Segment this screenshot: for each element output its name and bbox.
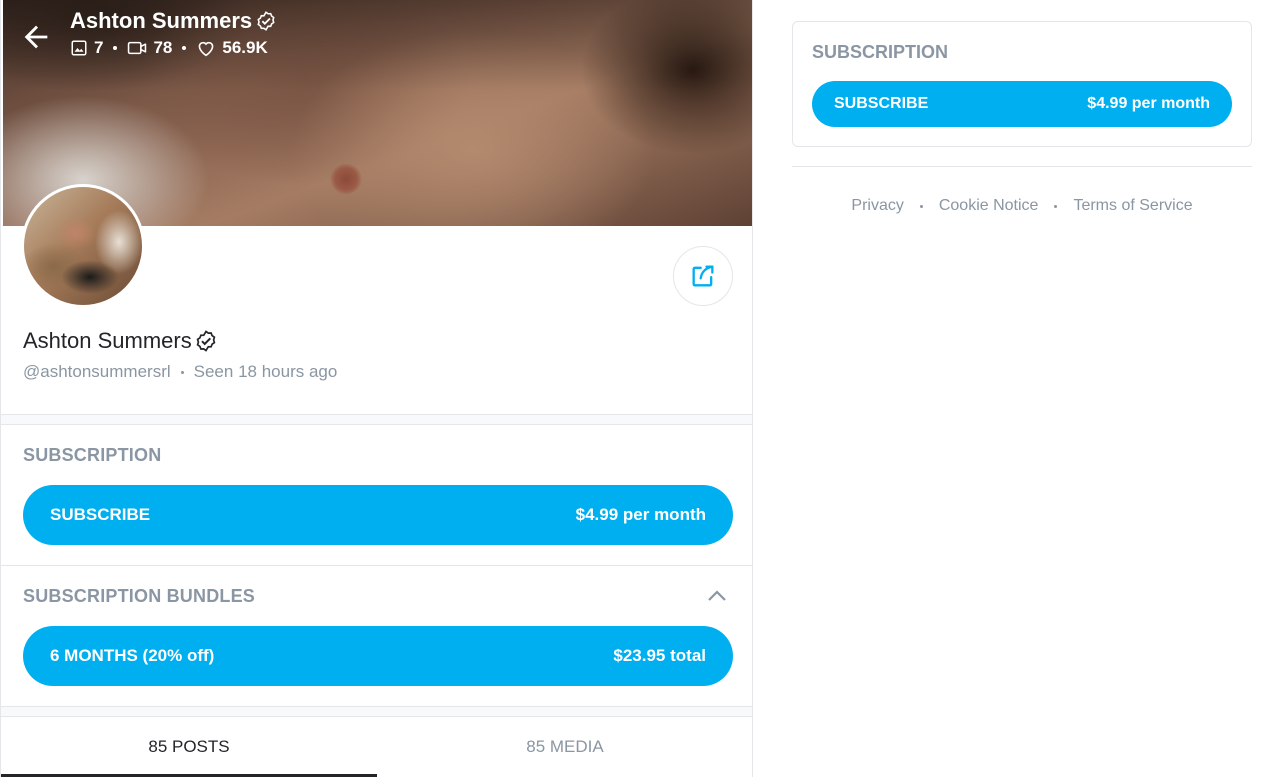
chevron-up-icon bbox=[708, 590, 726, 601]
avatar[interactable] bbox=[21, 184, 145, 308]
stat-separator bbox=[113, 46, 118, 50]
profile-meta: @ashtonsummersrl Seen 18 hours ago bbox=[23, 362, 337, 382]
footer-links: Privacy Cookie Notice Terms of Service bbox=[792, 197, 1252, 215]
cover-header: Ashton Summers 7 78 56.9K bbox=[70, 8, 277, 58]
stat-separator bbox=[182, 46, 187, 50]
share-icon bbox=[692, 265, 714, 287]
bundle-price: $23.95 total bbox=[613, 646, 706, 665]
likes-stat: 56.9K bbox=[196, 38, 268, 58]
likes-count: 56.9K bbox=[222, 38, 268, 57]
footer-separator bbox=[1054, 204, 1058, 208]
last-seen: Seen 18 hours ago bbox=[194, 362, 338, 382]
video-icon bbox=[128, 41, 147, 55]
bundle-button-6-months[interactable]: 6 MONTHS (20% off) $23.95 total bbox=[23, 626, 733, 686]
photos-count: 7 bbox=[94, 38, 104, 57]
section-divider bbox=[1, 565, 752, 566]
cover-name-row: Ashton Summers bbox=[70, 8, 277, 34]
sidebar-subscribe-button[interactable]: SUBSCRIBE $4.99 per month bbox=[812, 81, 1232, 127]
bundles-collapse-button[interactable] bbox=[705, 586, 729, 604]
bundle-label: 6 MONTHS (20% off) bbox=[50, 646, 215, 665]
subscribe-price: $4.99 per month bbox=[575, 505, 706, 524]
sidebar-subscription-card: SUBSCRIPTION SUBSCRIBE $4.99 per month bbox=[792, 21, 1252, 147]
back-button[interactable] bbox=[19, 20, 53, 54]
profile-tabs: 85 POSTS 85 MEDIA bbox=[1, 717, 752, 777]
profile-name-row: Ashton Summers bbox=[23, 328, 218, 354]
profile-column: Ashton Summers 7 78 56.9K Ashton Summers… bbox=[0, 0, 753, 777]
tab-posts[interactable]: 85 POSTS bbox=[1, 717, 377, 777]
tab-media[interactable]: 85 MEDIA bbox=[377, 717, 752, 777]
back-arrow-icon bbox=[24, 25, 48, 49]
sidebar-subscribe-label: SUBSCRIBE bbox=[834, 95, 929, 112]
seen-time: 18 hours ago bbox=[238, 362, 338, 381]
bundles-label: SUBSCRIPTION BUNDLES bbox=[23, 586, 256, 606]
seen-label: Seen bbox=[193, 362, 234, 381]
subscription-label: SUBSCRIPTION bbox=[23, 445, 162, 465]
section-gap bbox=[1, 414, 752, 425]
sidebar-divider bbox=[792, 166, 1252, 167]
verified-badge-icon bbox=[196, 330, 216, 352]
profile-name: Ashton Summers bbox=[23, 328, 192, 353]
share-button[interactable] bbox=[673, 246, 733, 306]
subscribe-button[interactable]: SUBSCRIBE $4.99 per month bbox=[23, 485, 733, 545]
photos-stat: 7 bbox=[70, 38, 103, 58]
image-icon bbox=[71, 40, 87, 56]
profile-handle: @ashtonsummersrl bbox=[23, 362, 171, 381]
cover-name: Ashton Summers bbox=[70, 8, 253, 33]
sidebar-subscribe-price: $4.99 per month bbox=[1087, 95, 1210, 112]
videos-count: 78 bbox=[153, 38, 173, 57]
avatar-image bbox=[24, 187, 142, 305]
cover-stats: 7 78 56.9K bbox=[70, 38, 277, 58]
subscribe-button-label: SUBSCRIBE bbox=[50, 505, 151, 524]
cover-image-detail bbox=[330, 164, 362, 194]
privacy-link[interactable]: Privacy bbox=[851, 197, 903, 215]
footer-separator bbox=[919, 204, 923, 208]
terms-of-service-link[interactable]: Terms of Service bbox=[1073, 197, 1192, 215]
meta-separator bbox=[180, 370, 184, 374]
heart-icon bbox=[199, 41, 214, 57]
section-gap bbox=[1, 706, 752, 717]
sidebar-subscription-label: SUBSCRIPTION bbox=[812, 42, 949, 62]
videos-stat: 78 bbox=[127, 38, 172, 58]
cookie-notice-link[interactable]: Cookie Notice bbox=[939, 197, 1039, 215]
verified-badge-icon bbox=[257, 11, 275, 31]
